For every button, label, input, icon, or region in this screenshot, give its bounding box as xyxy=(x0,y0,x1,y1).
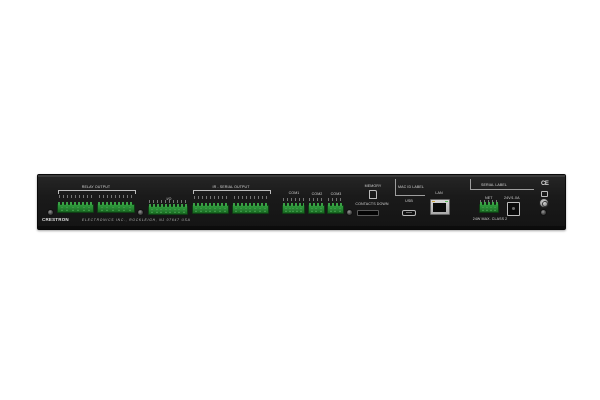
sd-card-slot xyxy=(357,210,379,216)
com2-terminal-block xyxy=(308,203,325,214)
right-mounting-screw xyxy=(540,209,547,216)
relay-output-terminal-block-2 xyxy=(97,202,135,213)
lan-label: LAN xyxy=(435,191,443,195)
ir-serial-output-bracket xyxy=(193,190,271,194)
crestron-logo: CRESTRON xyxy=(42,217,69,222)
ir-pin-markings xyxy=(234,196,268,199)
power-class-label: 24W MAX. CLASS 2 xyxy=(472,217,508,221)
com1-label: COM1 xyxy=(288,191,300,195)
com2-pin-markings xyxy=(309,198,324,201)
ir-pin-markings xyxy=(194,196,228,199)
relay-pin-markings xyxy=(99,195,134,198)
io-pin-markings xyxy=(149,200,187,203)
io-terminal-block xyxy=(148,204,188,215)
com1-terminal-block xyxy=(282,203,305,214)
relay-output-bracket xyxy=(58,190,136,194)
sd-card-icon xyxy=(369,190,377,199)
mac-id-divider xyxy=(395,195,425,196)
relay-output-terminal-block-1 xyxy=(57,202,94,213)
ce-mark: CE xyxy=(541,181,549,187)
ground-symbol-icon xyxy=(541,191,548,197)
net-terminal-block xyxy=(479,202,499,213)
ir-serial-terminal-block-2 xyxy=(232,203,269,214)
power-rating-label: 24V/1.0A xyxy=(504,196,520,200)
relay-output-label: RELAY OUTPUT xyxy=(81,185,111,189)
serial-label-divider xyxy=(470,179,471,189)
com3-pin-markings xyxy=(328,198,343,201)
mac-id-label: MAC ID LABEL xyxy=(398,185,424,189)
panel-screw xyxy=(137,209,144,216)
panel-screw xyxy=(346,209,353,216)
relay-pin-markings xyxy=(59,195,94,198)
com2-label: COM2 xyxy=(311,192,323,196)
left-mounting-screw xyxy=(47,209,54,216)
mac-id-divider xyxy=(395,179,396,195)
usb-c-port xyxy=(402,210,416,216)
memory-label: MEMORY xyxy=(364,184,382,188)
ir-serial-terminal-block-1 xyxy=(192,203,229,214)
com3-terminal-block xyxy=(327,203,344,214)
serial-label: SERIAL LABEL xyxy=(480,183,508,187)
usb-label: USB xyxy=(405,199,413,203)
serial-label-divider xyxy=(470,189,534,190)
com1-pin-markings xyxy=(283,198,305,201)
ground-lug xyxy=(539,198,549,208)
product-photo: RELAY OUTPUT I/O IR - SERIAL OUTPUT COM1… xyxy=(0,0,600,400)
lan-ethernet-port xyxy=(430,199,450,215)
contacts-down-label: CONTACTS DOWN xyxy=(355,202,389,206)
ir-serial-output-label: IR - SERIAL OUTPUT xyxy=(212,185,250,189)
power-input-jack xyxy=(507,202,520,216)
com3-label: COM3 xyxy=(330,192,342,196)
manufacturer-address: ELECTRONICS INC., ROCKLEIGH, NJ 07647 US… xyxy=(82,218,191,222)
